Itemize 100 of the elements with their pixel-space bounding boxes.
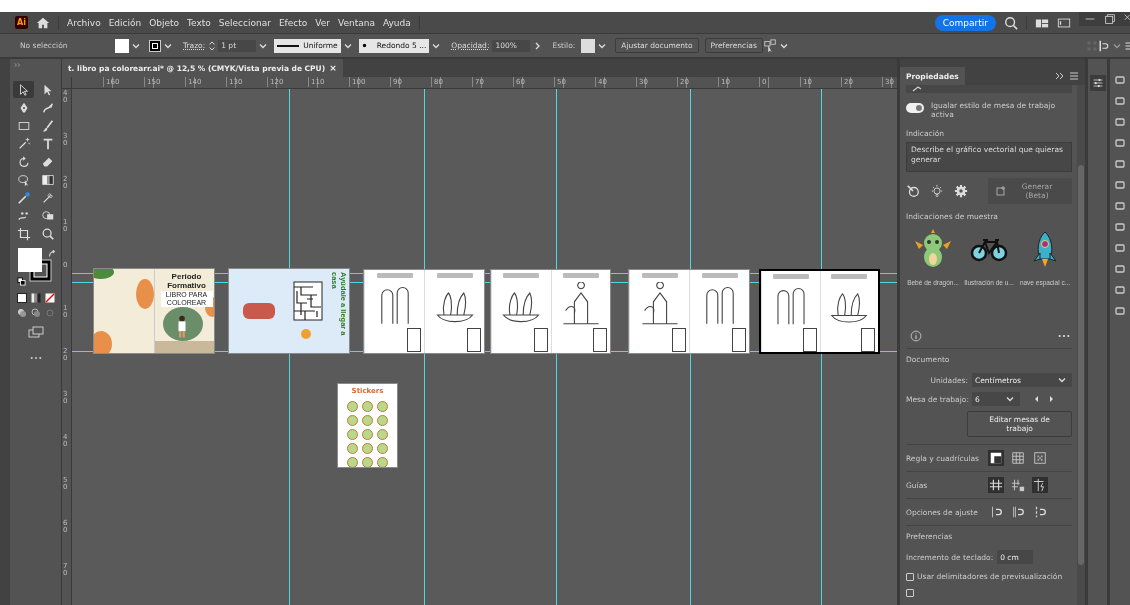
info-icon[interactable] (910, 330, 922, 342)
guide-toggle-button[interactable] (988, 477, 1004, 493)
guide-toggle-button[interactable] (1032, 477, 1048, 493)
page-heading-shape (376, 273, 413, 278)
app-logo: Ai (15, 16, 28, 29)
menu-item[interactable]: Texto (187, 17, 211, 28)
coloring-artboard[interactable] (363, 269, 485, 354)
color-mode-icon[interactable] (16, 293, 27, 303)
panel-icon[interactable] (1115, 264, 1125, 274)
page-heading-shape (831, 274, 868, 279)
sticker-circle (377, 457, 388, 467)
close-tab-button[interactable]: × (329, 63, 337, 73)
properties-icon[interactable] (1089, 75, 1106, 91)
sticker-circle (377, 429, 388, 440)
home-icon[interactable] (36, 15, 50, 30)
sticker-circle (347, 457, 358, 467)
name-box-shape (467, 328, 481, 352)
page-heading-shape (503, 273, 540, 278)
add-image-icon (996, 186, 1006, 196)
style-picker-icon[interactable] (906, 184, 920, 198)
panel-layout-icon[interactable] (1057, 15, 1071, 30)
draw-normal-icon[interactable] (16, 308, 27, 318)
checkbox[interactable] (906, 572, 914, 581)
collapse-icon[interactable] (1055, 71, 1065, 81)
coloring-artboard[interactable] (490, 269, 611, 354)
name-box-shape (593, 328, 607, 352)
chevron-icon (1005, 394, 1015, 404)
brush-dot-icon (361, 43, 367, 48)
panel-icon[interactable] (1115, 159, 1125, 169)
swap-arrow-icon[interactable] (47, 250, 56, 258)
panel-icon[interactable] (1115, 138, 1125, 148)
blob-shape (136, 279, 154, 309)
share-button[interactable]: Compartir (934, 14, 996, 31)
more-icon[interactable] (29, 356, 42, 360)
panel-icon[interactable] (1115, 180, 1125, 190)
sticker-circle (347, 401, 358, 412)
maze-drawing (293, 281, 323, 321)
panel-icon[interactable] (1115, 75, 1125, 85)
name-box-shape (732, 328, 746, 352)
label-shape (243, 303, 275, 319)
restore-icon[interactable] (1103, 12, 1117, 26)
default-colors-icon[interactable] (16, 277, 26, 286)
panel-icon[interactable] (1115, 306, 1125, 316)
toggle-switch[interactable] (906, 103, 924, 113)
menu-icon[interactable] (1069, 71, 1079, 81)
coloring-artboard[interactable] (759, 269, 880, 354)
gradient-mode-icon[interactable] (30, 293, 41, 303)
grid-toggle-button[interactable] (1010, 450, 1026, 466)
sticker-circle (347, 429, 358, 440)
screen-mode-icon[interactable] (27, 326, 44, 338)
grid-toggle-button[interactable] (988, 450, 1004, 466)
snap-toggle-button[interactable] (1010, 504, 1026, 520)
menu-item[interactable]: Ayuda (383, 17, 411, 28)
page-heading-shape (562, 273, 599, 278)
coloring-artboard[interactable] (628, 269, 750, 354)
lightbulb-icon[interactable] (930, 184, 944, 198)
panel-icon[interactable] (1115, 222, 1125, 232)
stroke-swatch[interactable] (149, 39, 161, 52)
checkbox[interactable] (906, 589, 914, 597)
fill-stroke-swatches-icon[interactable] (17, 248, 52, 282)
sticker-circle (362, 415, 373, 426)
grid-dots-icon[interactable] (1086, 39, 1098, 52)
sticker-circle (362, 457, 373, 467)
menu-item[interactable]: Archivo (67, 17, 101, 28)
menu-item[interactable]: Edición (108, 17, 142, 28)
draw-behind-icon[interactable] (30, 308, 41, 318)
panel-icon[interactable] (1115, 201, 1125, 211)
sticker-circle (362, 443, 373, 454)
menu-item[interactable]: Seleccionar (218, 17, 271, 28)
page-heading-shape (701, 273, 738, 278)
settings-icon[interactable] (954, 184, 968, 198)
menu-item[interactable]: Efecto (278, 17, 308, 28)
menu-item[interactable]: Ver (315, 17, 331, 28)
select-similar-icon[interactable] (762, 38, 777, 53)
grid-toggle-button[interactable] (1032, 450, 1048, 466)
fill-swatch[interactable] (115, 38, 129, 53)
panel-icon[interactable] (1115, 243, 1125, 253)
align-icon[interactable] (1098, 39, 1110, 52)
name-box-shape (533, 328, 548, 352)
search-icon[interactable] (1004, 15, 1018, 30)
menu-item[interactable]: Ventana (338, 17, 375, 28)
sticker-circle (377, 401, 388, 412)
panel-icon[interactable] (1115, 96, 1125, 106)
list-icon[interactable] (1124, 39, 1130, 52)
scrollbar-thumb[interactable] (1078, 165, 1084, 565)
page-heading-shape (641, 273, 678, 278)
sticker-circle (377, 415, 388, 426)
name-box-shape (802, 328, 817, 352)
panel-icon[interactable] (1115, 285, 1125, 295)
page-heading-shape (436, 273, 473, 278)
sticker-circle (347, 443, 358, 454)
name-box-shape (407, 328, 421, 352)
none-mode-icon[interactable] (44, 293, 55, 303)
menu-item[interactable]: Objeto (149, 17, 180, 28)
panel-icon[interactable] (1115, 117, 1125, 127)
guide-toggle-button[interactable] (1010, 477, 1026, 493)
sticker-circle (362, 401, 373, 412)
style-swatch[interactable] (581, 38, 596, 53)
stroke-line-icon (277, 43, 300, 48)
dragon-drawing[interactable] (913, 229, 953, 269)
